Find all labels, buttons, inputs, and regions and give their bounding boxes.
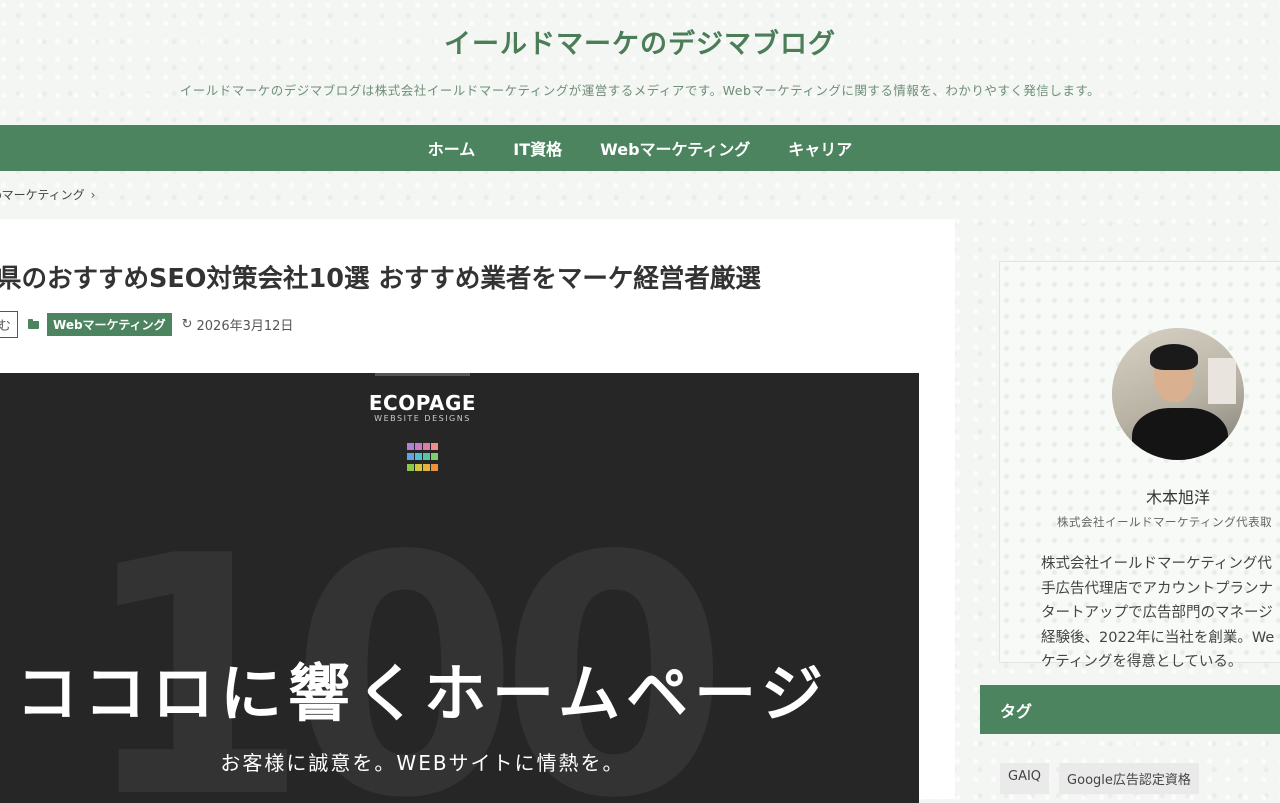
tag-widget-heading: タグ bbox=[980, 685, 1280, 734]
grid-square bbox=[415, 443, 422, 450]
article: 県のおすすめSEO対策会社10選 おすすめ業者をマーケ経営者厳選 む Webマー… bbox=[0, 219, 955, 803]
breadcrumb-item[interactable]: bマーケティング bbox=[0, 186, 85, 203]
grid-square bbox=[407, 443, 414, 450]
global-nav: ホーム IT資格 Webマーケティング キャリア bbox=[0, 125, 1280, 171]
author-name: 木本旭洋 bbox=[1145, 488, 1210, 507]
tag-list: GAIQ Google広告認定資格 bbox=[1000, 763, 1199, 794]
author-bio: 株式会社イールドマーケティング代 手広告代理店でアカウントプランナ タートアップ… bbox=[1041, 556, 1275, 671]
site-title[interactable]: イールドマーケのデジマブログ bbox=[0, 22, 1280, 61]
chevron-right-icon: › bbox=[90, 187, 96, 202]
author-avatar bbox=[1112, 328, 1244, 460]
grid-square bbox=[423, 463, 430, 471]
hero-sub-copy: お客様に誠意を。WEBサイトに情熱を。 bbox=[220, 751, 625, 775]
grid-square bbox=[431, 463, 438, 471]
hero-main-copy: ココロに響くホームページ bbox=[16, 657, 829, 730]
nav-item-home[interactable]: ホーム bbox=[428, 136, 476, 160]
site-description: イールドマーケのデジマブログは株式会社イールドマーケティングが運営するメディアで… bbox=[179, 83, 1101, 98]
nav-item-career[interactable]: キャリア bbox=[788, 136, 852, 160]
hero-top-bar bbox=[375, 373, 470, 376]
grid-square bbox=[423, 443, 430, 450]
post-meta: む Webマーケティング ↻ 2026年3月12日 bbox=[0, 311, 293, 338]
color-grid-icon bbox=[407, 443, 439, 473]
tag-item[interactable]: Google広告認定資格 bbox=[1059, 763, 1199, 794]
grid-square bbox=[431, 443, 438, 450]
ecopage-logo-subtitle: WEBSITE DESIGNS bbox=[374, 414, 471, 423]
tag-link[interactable]: む bbox=[0, 311, 19, 338]
grid-square bbox=[407, 463, 414, 471]
grid-square bbox=[407, 453, 414, 461]
updated-date: 2026年3月12日 bbox=[196, 319, 294, 334]
ecopage-logo: ECOPAGE bbox=[368, 391, 477, 415]
tag-item[interactable]: GAIQ bbox=[1000, 763, 1050, 794]
grid-square bbox=[415, 463, 422, 471]
hero-image: 100 ECOPAGE WEBSITE DESIGNS ココロに響くホームページ… bbox=[0, 373, 919, 803]
nav-item-web-marketing[interactable]: Webマーケティング bbox=[600, 136, 750, 160]
refresh-icon: ↻ bbox=[181, 317, 193, 332]
grid-square bbox=[431, 453, 438, 461]
post-title: 県のおすすめSEO対策会社10選 おすすめ業者をマーケ経営者厳選 bbox=[0, 264, 761, 294]
folder-icon bbox=[28, 318, 40, 329]
author-role: 株式会社イールドマーケティング代表取 bbox=[1057, 515, 1273, 529]
author-profile-card: 木本旭洋 株式会社イールドマーケティング代表取 株式会社イールドマーケティング代… bbox=[999, 261, 1280, 670]
nav-item-it-certification[interactable]: IT資格 bbox=[513, 136, 562, 160]
grid-square bbox=[423, 453, 430, 461]
category-badge[interactable]: Webマーケティング bbox=[47, 313, 172, 336]
site-header: イールドマーケのデジマブログ イールドマーケのデジマブログは株式会社イールドマー… bbox=[0, 0, 1280, 125]
grid-square bbox=[415, 453, 422, 461]
breadcrumb: bマーケティング › bbox=[0, 186, 95, 203]
